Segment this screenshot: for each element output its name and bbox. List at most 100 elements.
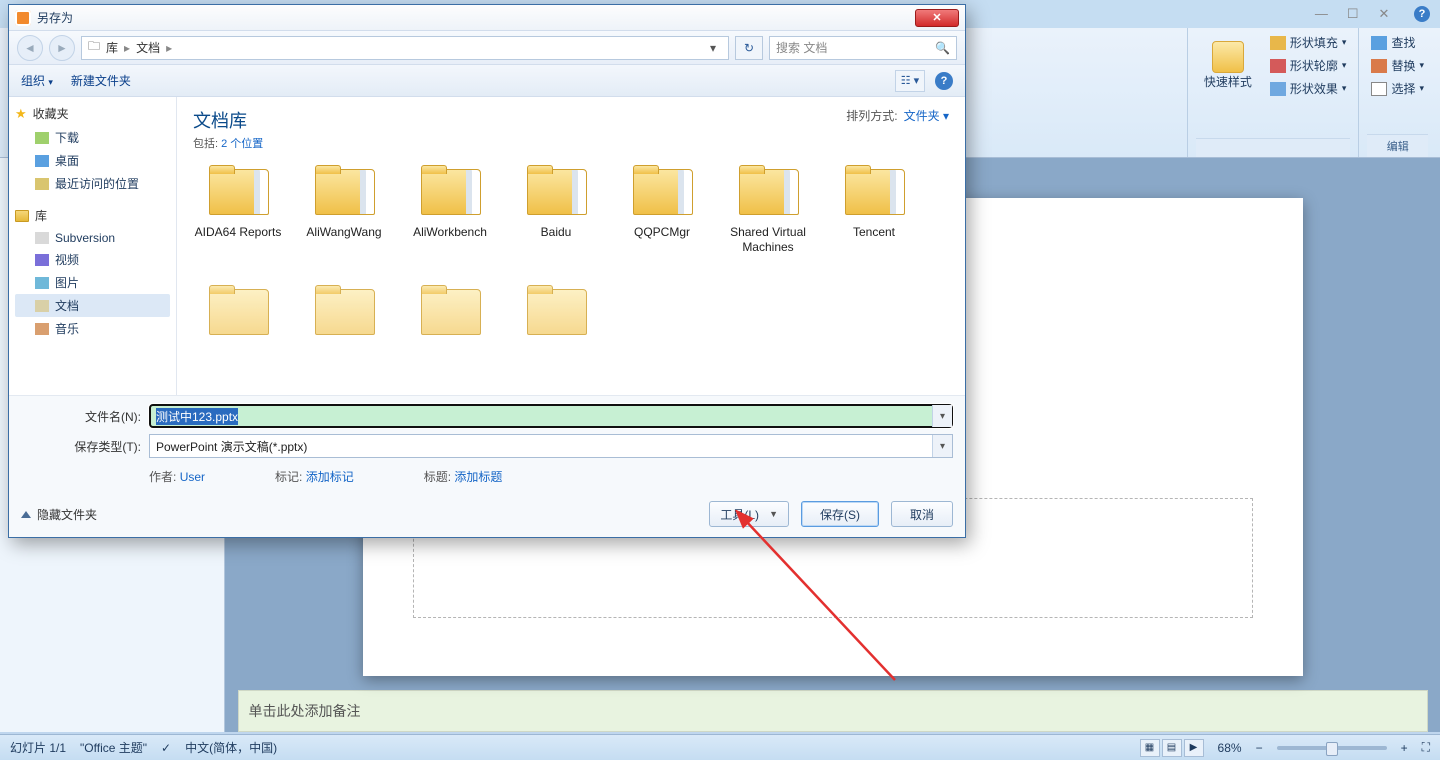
tag-value[interactable]: 添加标记	[306, 470, 354, 484]
zoom-out-button[interactable]: −	[1256, 741, 1263, 755]
organize-label: 组织	[21, 74, 45, 88]
quick-styles-button[interactable]: 快速样式	[1196, 32, 1260, 99]
tree-item-label: 视频	[55, 251, 79, 268]
folder-icon	[309, 165, 379, 221]
sort-mode-button[interactable]: 文件夹 ▾	[904, 107, 949, 124]
organize-button[interactable]: 组织 ▾	[21, 72, 53, 89]
folder-item[interactable]: AliWorkbench	[397, 161, 503, 281]
filetype-select[interactable]: PowerPoint 演示文稿(*.pptx)	[149, 434, 953, 458]
tree-libraries-header[interactable]: 库	[15, 207, 170, 224]
sorter-view-button[interactable]: ▤	[1162, 739, 1182, 757]
find-button[interactable]: 查找	[1367, 32, 1428, 53]
minimize-button[interactable]: —	[1307, 5, 1335, 23]
filetype-dropdown[interactable]: ▾	[932, 435, 952, 457]
tree-item-recent[interactable]: 最近访问的位置	[15, 172, 170, 195]
zoom-percent[interactable]: 68%	[1218, 741, 1242, 755]
folder-item[interactable]: AliWangWang	[291, 161, 397, 281]
address-dropdown[interactable]: ▾	[704, 41, 722, 55]
address-bar[interactable]: 🗀 库 ▸ 文档 ▸ ▾	[81, 36, 729, 60]
folder-icon	[521, 165, 591, 221]
tree-item-music[interactable]: 音乐	[15, 317, 170, 340]
tree-item-downloads[interactable]: 下载	[15, 126, 170, 149]
ribbon-group-drawing: 快速样式 形状填充▾ 形状轮廓▾ 形状效果▾	[1187, 28, 1359, 157]
folder-item[interactable]	[291, 281, 397, 395]
nav-back-button[interactable]: ◄	[17, 35, 43, 61]
folder-icon: 🗀	[88, 37, 100, 58]
library-header: 文档库 包括: 2 个位置 排列方式: 文件夹 ▾	[177, 97, 965, 157]
tree-item-desktop[interactable]: 桌面	[15, 149, 170, 172]
folder-item[interactable]	[503, 281, 609, 395]
tag-label: 标记:	[275, 470, 302, 484]
zoom-slider[interactable]	[1277, 746, 1387, 750]
tree-item-videos[interactable]: 视频	[15, 248, 170, 271]
tree-item-pictures[interactable]: 图片	[15, 271, 170, 294]
folder-label: Tencent	[853, 225, 895, 240]
cancel-label: 取消	[910, 506, 934, 523]
spellcheck-icon[interactable]: ✓	[161, 741, 171, 755]
help-icon[interactable]: ?	[1414, 6, 1430, 22]
dialog-help-icon[interactable]: ?	[935, 72, 953, 90]
shape-effects-button[interactable]: 形状效果▾	[1266, 78, 1351, 99]
folder-item[interactable]: AIDA64 Reports	[185, 161, 291, 281]
view-mode-button[interactable]: ☷ ▾	[895, 70, 925, 92]
shape-fill-button[interactable]: 形状填充▾	[1266, 32, 1351, 53]
tree-item-subversion[interactable]: Subversion	[15, 228, 170, 248]
ribbon-group-edit-label: 编辑	[1367, 134, 1428, 157]
select-button[interactable]: 选择▾	[1367, 78, 1428, 99]
notes-pane[interactable]: 单击此处添加备注	[238, 690, 1428, 732]
breadcrumb-library[interactable]: 库	[106, 39, 118, 56]
maximize-button[interactable]: ☐	[1339, 5, 1367, 23]
zoom-in-button[interactable]: +	[1401, 741, 1408, 755]
status-bar: 幻灯片 1/1 "Office 主题" ✓ 中文(简体，中国) ▦ ▤ ▶ 68…	[0, 734, 1440, 760]
dialog-close-button[interactable]: ✕	[915, 9, 959, 27]
dialog-body: ★ 收藏夹 下载 桌面 最近访问的位置 库 Subversion 视频 图片 文档…	[9, 97, 965, 395]
breadcrumb-documents[interactable]: 文档	[136, 39, 160, 56]
status-language[interactable]: 中文(简体，中国)	[185, 739, 277, 756]
search-input[interactable]: 搜索 文档 🔍	[769, 36, 957, 60]
folder-icon	[521, 285, 591, 341]
folder-item[interactable]	[397, 281, 503, 395]
filename-combo: ▾	[149, 404, 953, 428]
quick-styles-label: 快速样式	[1204, 73, 1252, 90]
filename-input[interactable]	[149, 404, 953, 428]
folder-icon	[733, 165, 803, 221]
view-buttons: ▦ ▤ ▶	[1140, 739, 1204, 757]
folder-icon	[627, 165, 697, 221]
ribbon-group-label	[1196, 138, 1351, 157]
tools-button[interactable]: 工具(L)▼	[709, 501, 789, 527]
tree-item-documents[interactable]: 文档	[15, 294, 170, 317]
star-icon: ★	[15, 106, 27, 122]
folder-item[interactable]: Tencent	[821, 161, 927, 281]
replace-button[interactable]: 替换▾	[1367, 55, 1428, 76]
normal-view-button[interactable]: ▦	[1140, 739, 1160, 757]
hide-folders-button[interactable]: 隐藏文件夹	[21, 506, 97, 523]
cancel-button[interactable]: 取消	[891, 501, 953, 527]
folder-item[interactable]: Shared Virtual Machines	[715, 161, 821, 281]
library-subtitle: 包括: 2 个位置	[193, 135, 263, 151]
recent-icon	[35, 178, 49, 190]
tree-favorites-header[interactable]: ★ 收藏夹	[15, 105, 170, 122]
tree-favorites-label: 收藏夹	[33, 105, 69, 122]
filename-dropdown[interactable]: ▾	[932, 405, 952, 427]
save-label: 保存(S)	[820, 506, 860, 523]
fit-window-button[interactable]: ⛶	[1422, 740, 1430, 755]
folder-item[interactable]	[185, 281, 291, 395]
author-value[interactable]: User	[180, 470, 205, 484]
library-sub-prefix: 包括:	[193, 138, 221, 150]
folder-item[interactable]: Baidu	[503, 161, 609, 281]
title-meta-value[interactable]: 添加标题	[454, 470, 502, 484]
library-icon	[15, 210, 29, 222]
save-button[interactable]: 保存(S)	[801, 501, 879, 527]
library-locations-link[interactable]: 2 个位置	[221, 138, 263, 150]
folder-item[interactable]: QQPCMgr	[609, 161, 715, 281]
nav-forward-button[interactable]: ►	[49, 35, 75, 61]
slideshow-view-button[interactable]: ▶	[1184, 739, 1204, 757]
folder-icon	[309, 285, 379, 341]
new-folder-button[interactable]: 新建文件夹	[71, 72, 131, 89]
close-button[interactable]: ✕	[1370, 5, 1398, 23]
tree-libraries-label: 库	[35, 207, 47, 224]
refresh-button[interactable]: ↻	[735, 36, 763, 60]
breadcrumb-separator: ▸	[166, 41, 172, 55]
folder-grid[interactable]: AIDA64 ReportsAliWangWangAliWorkbenchBai…	[177, 157, 965, 395]
shape-outline-button[interactable]: 形状轮廓▾	[1266, 55, 1351, 76]
